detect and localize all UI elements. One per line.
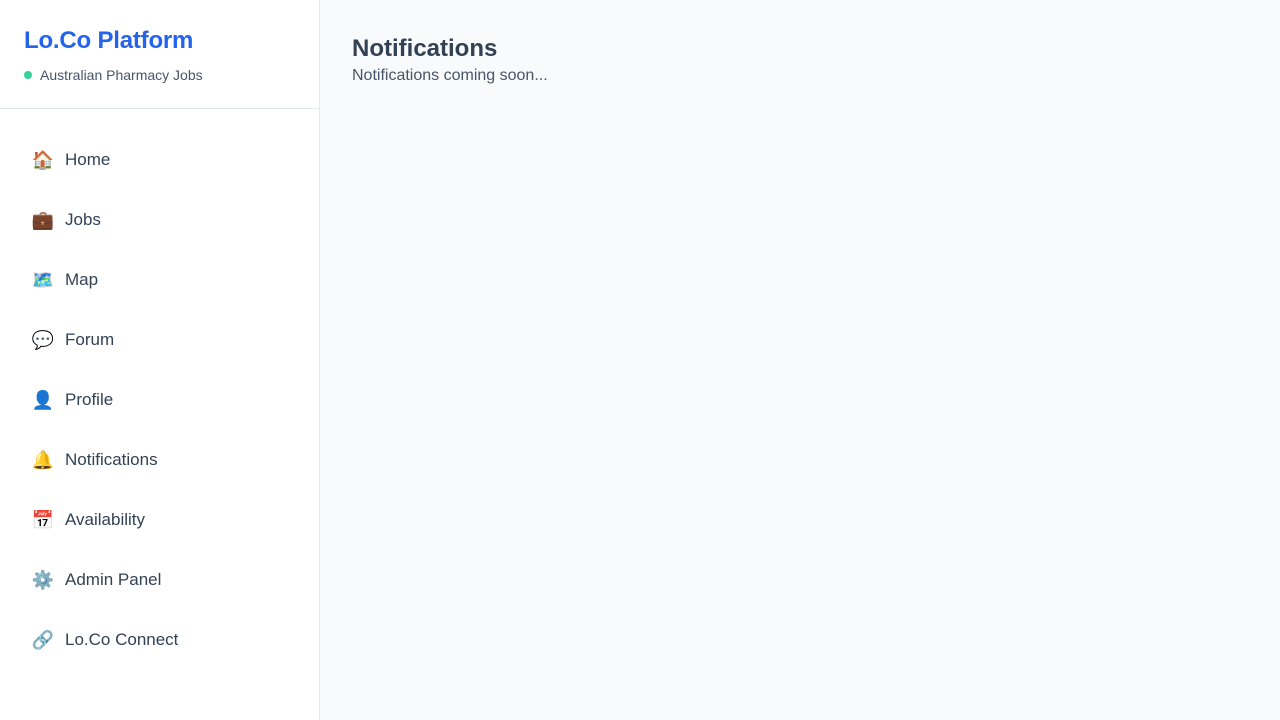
sidebar-item-forum[interactable]: 💬 Forum [0, 310, 319, 370]
status-dot [24, 71, 32, 79]
user-icon: 👤 [31, 390, 55, 410]
sidebar-item-label: Notifications [65, 450, 158, 469]
sidebar-item-map[interactable]: 🗺️ Map [0, 250, 319, 310]
sidebar-item-home[interactable]: 🏠 Home [0, 130, 319, 190]
briefcase-icon: 💼 [31, 210, 55, 230]
app-window: Lo.Co Platform Australian Pharmacy Jobs … [0, 0, 1280, 720]
sidebar-item-label: Admin Panel [65, 570, 162, 589]
sidebar: Lo.Co Platform Australian Pharmacy Jobs … [0, 0, 320, 720]
brand-subtitle: Australian Pharmacy Jobs [24, 66, 295, 84]
sidebar-item-label: Home [65, 150, 111, 169]
sidebar-item-profile[interactable]: 👤 Profile [0, 370, 319, 430]
brand-subtitle-text: Australian Pharmacy Jobs [40, 67, 203, 83]
sidebar-item-notifications[interactable]: 🔔 Notifications [0, 430, 319, 490]
notifications-placeholder-text: Notifications coming soon... [352, 67, 548, 84]
main-content: Notifications Notifications coming soon.… [320, 0, 1280, 720]
gear-icon: ⚙️ [31, 570, 55, 590]
brand-title[interactable]: Lo.Co Platform [24, 27, 295, 55]
house-icon: 🏠 [31, 150, 55, 170]
brand-header: Lo.Co Platform Australian Pharmacy Jobs [0, 0, 319, 109]
sidebar-item-label: Profile [65, 390, 114, 409]
sidebar-item-label: Map [65, 270, 99, 289]
map-icon: 🗺️ [31, 270, 55, 290]
bell-icon: 🔔 [31, 450, 55, 470]
page-title: Notifications [352, 35, 498, 62]
sidebar-item-loco-connect[interactable]: 🔗 Lo.Co Connect [0, 610, 319, 670]
sidebar-item-label: Forum [65, 330, 115, 349]
link-icon: 🔗 [31, 630, 55, 650]
speech-bubble-icon: 💬 [31, 330, 55, 350]
sidebar-nav: 🏠 Home 💼 Jobs 🗺️ Map 💬 Forum 👤 Profile 🔔 [0, 109, 319, 670]
sidebar-item-label: Jobs [65, 210, 101, 229]
calendar-icon: 📅 [31, 510, 55, 530]
sidebar-item-label: Availability [65, 510, 146, 529]
sidebar-item-admin-panel[interactable]: ⚙️ Admin Panel [0, 550, 319, 610]
sidebar-item-label: Lo.Co Connect [65, 630, 179, 649]
sidebar-item-availability[interactable]: 📅 Availability [0, 490, 319, 550]
sidebar-item-jobs[interactable]: 💼 Jobs [0, 190, 319, 250]
